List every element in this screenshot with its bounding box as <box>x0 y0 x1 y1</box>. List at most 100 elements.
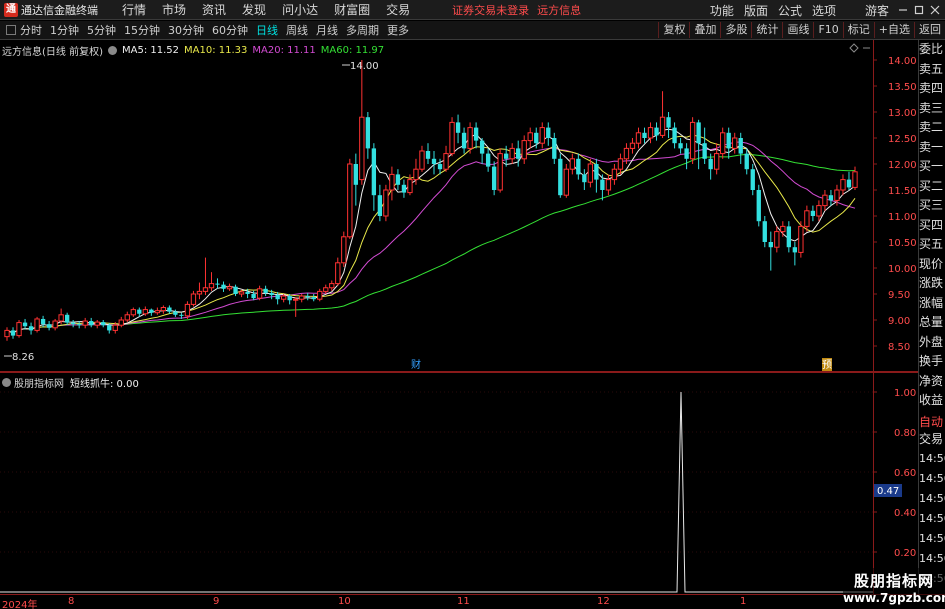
side-item-14[interactable]: 总量 <box>919 313 945 333</box>
candle-down <box>461 132 467 149</box>
settings-icon[interactable] <box>107 46 117 55</box>
side-item-15[interactable]: 外盘 <box>919 333 945 353</box>
side-item-2[interactable]: 卖四 <box>919 79 945 99</box>
menu-item-news[interactable]: 资讯 <box>202 1 226 18</box>
side-item-18[interactable]: 收益 <box>919 391 945 411</box>
event-marker-forecast[interactable]: 预 <box>822 359 832 371</box>
period-daily[interactable]: 日线 <box>256 22 278 38</box>
candle-down <box>473 127 479 141</box>
menu-item-ask[interactable]: 问小达 <box>282 1 318 18</box>
menu-item-trade[interactable]: 交易 <box>386 1 410 18</box>
indicator-tick-label: 0.80 <box>894 428 916 439</box>
login-status[interactable]: 证券交易未登录 <box>452 2 529 18</box>
app-logo-icon: 通 <box>4 2 18 17</box>
overlay-button[interactable]: 叠加 <box>689 22 720 38</box>
period-monthly[interactable]: 月线 <box>316 22 338 38</box>
candle-up <box>527 132 533 142</box>
side-item-5[interactable]: 卖一 <box>919 138 945 158</box>
period-5min[interactable]: 5分钟 <box>87 22 116 38</box>
menu-item-discover[interactable]: 发现 <box>242 1 266 18</box>
side-item-1[interactable]: 卖五 <box>919 60 945 80</box>
candle-down <box>107 325 112 331</box>
menu-item-wealth[interactable]: 财富圈 <box>334 1 370 18</box>
side-item-16[interactable]: 换手 <box>919 352 945 372</box>
mark-button[interactable]: 标记 <box>842 22 874 38</box>
trade-time-2: 14:56 <box>919 492 945 505</box>
close-icon[interactable] <box>929 4 941 16</box>
menu-item-quotes[interactable]: 行情 <box>122 1 146 18</box>
candle-down <box>70 322 76 325</box>
date-label-sep: 9 <box>213 596 220 607</box>
candle-down <box>101 322 106 326</box>
trade-label[interactable]: 交易 <box>919 430 945 450</box>
period-1min[interactable]: 1分钟 <box>50 22 79 38</box>
period-intraday[interactable]: 分时 <box>20 22 42 38</box>
period-60min[interactable]: 60分钟 <box>212 22 248 38</box>
ma10-value: MA10: 11.33 <box>184 45 248 56</box>
side-item-17[interactable]: 净资 <box>919 372 945 392</box>
draw-line-button[interactable]: 画线 <box>782 22 813 38</box>
date-axis: 2024年 8 9 10 11 12 1 <box>0 594 945 609</box>
side-item-12[interactable]: 涨跌 <box>919 274 945 294</box>
candle-up <box>419 150 425 170</box>
add-watchlist-button[interactable]: +自选 <box>873 22 914 38</box>
menu-item-options[interactable]: 选项 <box>812 2 836 19</box>
candle-up <box>587 163 594 183</box>
candle-up <box>299 295 305 300</box>
auto-label[interactable]: 自动 <box>919 413 945 430</box>
side-item-13[interactable]: 涨幅 <box>919 294 945 314</box>
minimize-icon[interactable] <box>897 4 909 16</box>
price-tick-label: 14.00 <box>888 56 917 67</box>
f10-button[interactable]: F10 <box>813 22 842 38</box>
event-marker-finance[interactable]: 财 <box>411 358 421 371</box>
period-more[interactable]: 更多 <box>387 22 409 38</box>
candle-up <box>293 298 299 301</box>
side-item-10[interactable]: 买五 <box>919 235 945 255</box>
candle-down <box>305 296 310 298</box>
menu-item-formula[interactable]: 公式 <box>778 2 802 19</box>
guest-label[interactable]: 游客 <box>865 2 889 19</box>
candle-down <box>786 226 792 248</box>
trade-time-1: 14:56 <box>919 472 945 485</box>
candle-up <box>347 163 353 238</box>
candle-down <box>696 122 701 144</box>
indicator-name[interactable]: 股朋指标网 <box>14 375 64 390</box>
candle-down <box>642 132 647 138</box>
candle-down <box>485 153 491 167</box>
statistics-button[interactable]: 统计 <box>751 22 782 38</box>
candle-up <box>124 314 130 321</box>
period-15min[interactable]: 15分钟 <box>124 22 160 38</box>
period-30min[interactable]: 30分钟 <box>168 22 204 38</box>
diamond-icon[interactable] <box>849 43 859 53</box>
menu-item-layout[interactable]: 版面 <box>744 2 768 19</box>
adjust-button[interactable]: 复权 <box>658 22 689 38</box>
candle-up <box>34 318 40 331</box>
side-item-0[interactable]: 委比 <box>919 40 945 60</box>
side-item-6[interactable]: 买一 <box>919 157 945 177</box>
maximize-icon[interactable] <box>913 4 925 16</box>
price-tick-label: 8.50 <box>888 342 910 353</box>
period-multi[interactable]: 多周期 <box>346 22 379 38</box>
side-item-3[interactable]: 卖三 <box>919 99 945 119</box>
indicator-settings-icon[interactable] <box>2 378 11 387</box>
menu-item-market[interactable]: 市场 <box>162 1 186 18</box>
back-button[interactable]: 返回 <box>914 22 945 38</box>
multi-stock-button[interactable]: 多股 <box>720 22 751 38</box>
period-weekly[interactable]: 周线 <box>286 22 308 38</box>
side-item-11[interactable]: 现价 <box>919 255 945 275</box>
menu-item-functions[interactable]: 功能 <box>710 2 734 19</box>
candle-up <box>160 307 167 312</box>
high-price-annotation: 14.00 <box>342 61 379 72</box>
indicator-chart[interactable]: 1.00 0.80 0.60 0.40 0.20 0.47 <box>0 372 918 594</box>
side-item-4[interactable]: 卖二 <box>919 118 945 138</box>
candle-down <box>22 322 28 327</box>
candle-up <box>238 291 245 295</box>
candle-up <box>852 171 858 188</box>
side-item-9[interactable]: 买四 <box>919 216 945 236</box>
kline-chart[interactable]: 14.00 13.50 13.00 12.50 12.00 11.50 11.00 10.50… <box>0 40 918 372</box>
watermark: 股朋指标网 www.7gpzb.com <box>843 568 945 609</box>
side-item-7[interactable]: 买二 <box>919 177 945 197</box>
toolbar-toggle-icon[interactable] <box>6 25 16 35</box>
side-item-8[interactable]: 买三 <box>919 196 945 216</box>
candle-up <box>659 116 666 136</box>
